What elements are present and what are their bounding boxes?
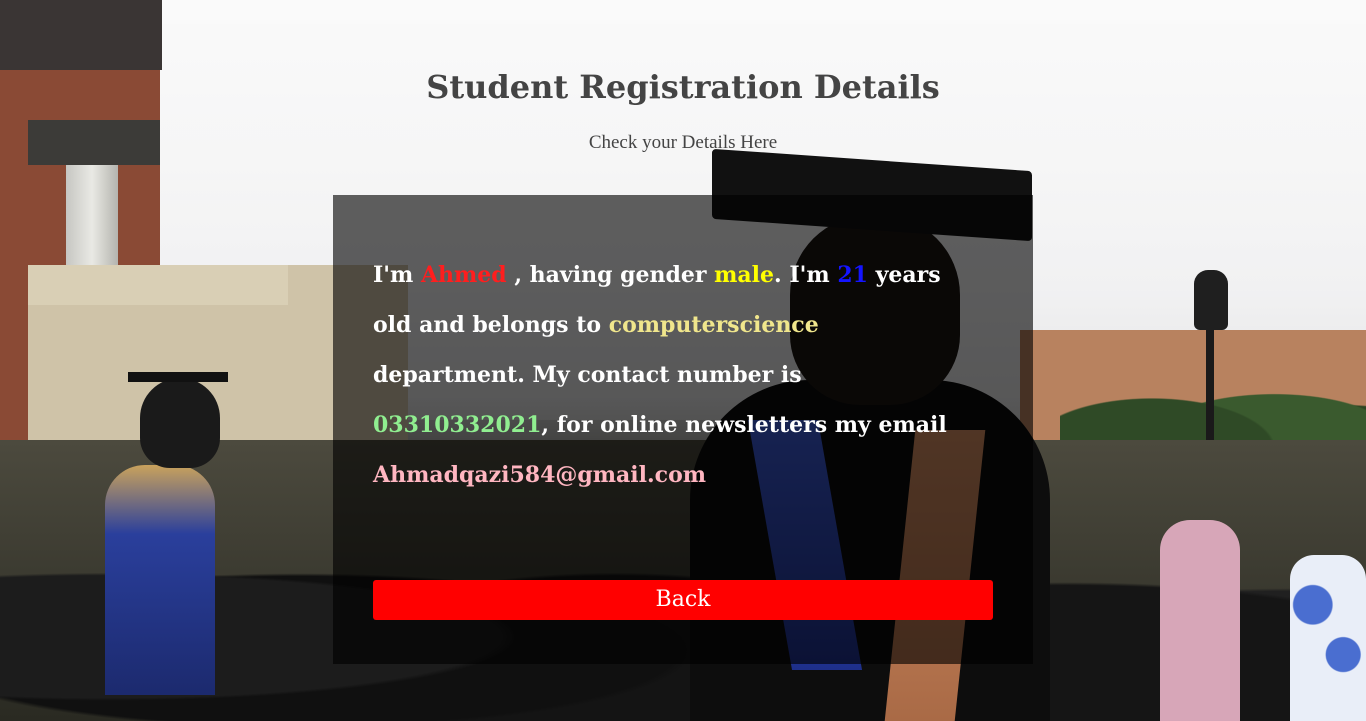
student-name: Ahmed [420, 262, 507, 288]
background-graduate-left-head [140, 378, 220, 468]
details-after-gender-text: . I'm [774, 262, 838, 288]
background-building-middle-top [28, 265, 288, 305]
details-paragraph: I'm Ahmed , having gender male. I'm 21 y… [373, 250, 973, 500]
details-after-phone-text: , for online newsletters my email [541, 412, 947, 438]
background-person-pink [1160, 520, 1240, 721]
background-graduate-left-cap [128, 372, 228, 382]
student-phone: 03310332021 [373, 412, 542, 438]
page-subtitle: Check your Details Here [588, 132, 778, 153]
student-department: computerscience [608, 312, 819, 338]
details-intro-text: I'm [373, 262, 421, 288]
background-lamp-head [1194, 270, 1228, 330]
background-roof [0, 0, 162, 70]
background-graduate-left-gown [105, 465, 215, 695]
details-panel: I'm Ahmed , having gender male. I'm 21 y… [333, 195, 1033, 664]
details-after-name-text: , having gender [506, 262, 715, 288]
student-age: 21 [837, 262, 868, 288]
background-person-floral [1290, 555, 1366, 721]
page-title: Student Registration Details [426, 68, 940, 106]
student-gender: male [714, 262, 775, 288]
back-button[interactable]: Back [373, 580, 993, 620]
student-email: Ahmadqazi584@gmail.com [373, 462, 707, 488]
details-after-department-text: department. My contact number is [373, 362, 802, 388]
